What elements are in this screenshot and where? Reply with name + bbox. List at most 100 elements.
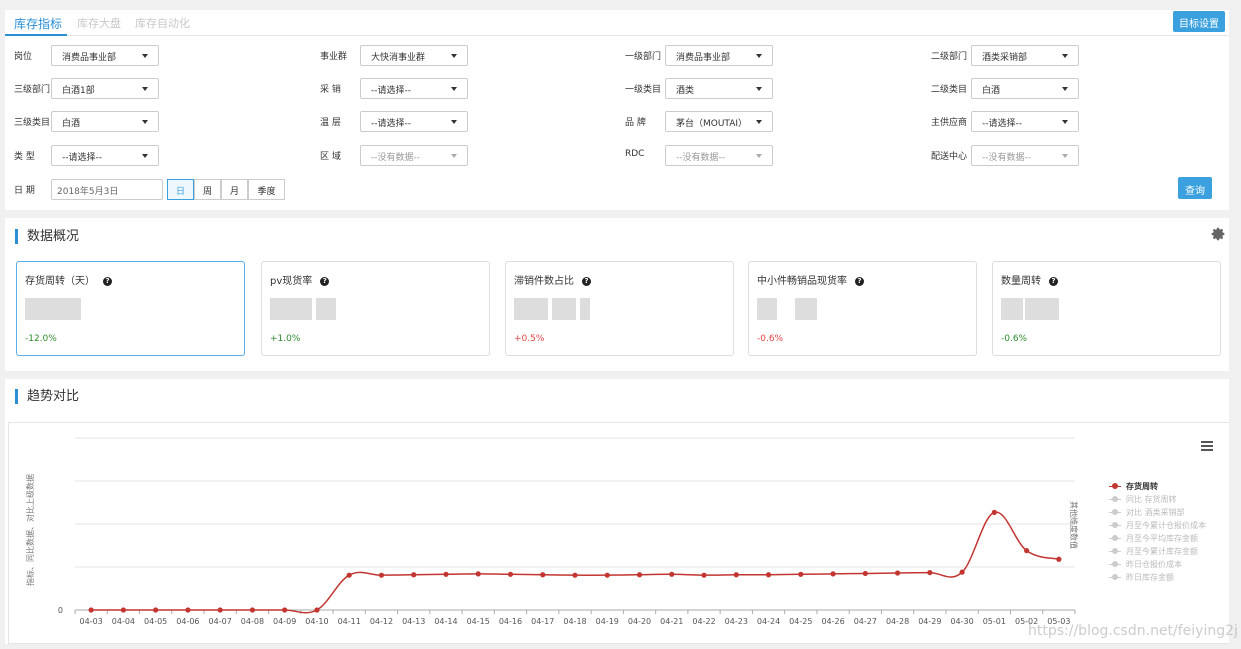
tab-inventory-metrics[interactable]: 库存指标 bbox=[14, 15, 62, 32]
x-tick-label: 04-23 bbox=[725, 617, 748, 626]
period-day-button[interactable]: 日 bbox=[167, 179, 194, 200]
filter-select-value: 消费品事业部 bbox=[62, 53, 117, 63]
period-week-button[interactable]: 周 bbox=[194, 179, 221, 200]
legend-symbol bbox=[1109, 574, 1121, 580]
help-icon[interactable]: ? bbox=[103, 277, 112, 286]
legend-item[interactable]: 昨日仓报价成本 bbox=[1109, 559, 1206, 572]
chevron-down-icon bbox=[142, 120, 148, 124]
period-quarter-button[interactable]: 季度 bbox=[248, 179, 285, 200]
gear-icon[interactable] bbox=[1210, 226, 1226, 242]
metric-card-title-text: 中小件畅销品现货率 bbox=[757, 276, 847, 287]
filter-select[interactable]: 消费品事业部 bbox=[665, 45, 773, 66]
data-point bbox=[475, 571, 481, 577]
metric-card-title: pv现货率? bbox=[270, 272, 330, 287]
period-month-button[interactable]: 月 bbox=[221, 179, 248, 200]
filter-select[interactable]: 消费品事业部 bbox=[51, 45, 159, 66]
x-tick-label: 04-20 bbox=[628, 617, 651, 626]
date-label: 日 期 bbox=[14, 186, 35, 196]
data-point bbox=[540, 572, 546, 578]
filter-select[interactable]: 酒类采销部 bbox=[971, 45, 1079, 66]
x-tick-label: 04-11 bbox=[338, 617, 361, 626]
metric-card-delta: -0.6% bbox=[757, 334, 784, 344]
date-input[interactable]: 2018年5月3日 bbox=[51, 179, 163, 200]
metric-card-title-text: 存货周转（天） bbox=[25, 276, 95, 287]
x-tick-label: 04-04 bbox=[112, 617, 135, 626]
filter-select[interactable]: --请选择-- bbox=[360, 78, 468, 99]
chevron-down-icon bbox=[1062, 87, 1068, 91]
help-icon[interactable]: ? bbox=[1049, 277, 1058, 286]
filter-select[interactable]: 茅台（MOUTAI） bbox=[665, 111, 773, 132]
x-tick-label: 04-30 bbox=[950, 617, 973, 626]
filter-select[interactable]: --没有数据-- bbox=[971, 145, 1079, 166]
help-icon[interactable]: ? bbox=[320, 277, 330, 286]
filter-select[interactable]: 白酒1部 bbox=[51, 78, 159, 99]
metric-card-title: 数量周转? bbox=[1001, 272, 1058, 287]
filter-select[interactable]: 酒类 bbox=[665, 78, 773, 99]
chart-legend: 存货周转 同比 存货周转 对比 酒类采销部 月至今累计仓报价成本 月至今平均库存金额 月至… bbox=[1109, 481, 1206, 585]
legend-item[interactable]: 月至今平均库存金额 bbox=[1109, 533, 1206, 546]
filter-label: RDC bbox=[625, 149, 645, 159]
legend-symbol bbox=[1109, 548, 1121, 554]
filter-select[interactable]: 白酒 bbox=[51, 111, 159, 132]
chevron-down-icon bbox=[451, 120, 457, 124]
legend-item[interactable]: 存货周转 bbox=[1109, 481, 1206, 494]
data-point bbox=[862, 570, 868, 577]
data-point bbox=[798, 571, 804, 577]
filter-select[interactable]: 白酒 bbox=[971, 78, 1079, 99]
metric-card[interactable]: 存货周转（天）? -12.0% bbox=[16, 261, 245, 356]
tab-inventory-overview[interactable]: 库存大盘 bbox=[77, 15, 121, 31]
chevron-down-icon bbox=[1062, 154, 1068, 158]
metric-card[interactable]: 中小件畅销品现货率? -0.6% bbox=[748, 261, 977, 356]
x-tick-label: 04-15 bbox=[467, 617, 490, 626]
chevron-down-icon bbox=[142, 154, 148, 158]
x-tick-label: 04-05 bbox=[144, 617, 167, 626]
data-point bbox=[507, 571, 514, 577]
legend-item[interactable]: 昨日库存金额 bbox=[1109, 572, 1206, 585]
filter-select-value: 白酒 bbox=[982, 86, 1001, 96]
x-tick-label: 04-12 bbox=[370, 617, 393, 626]
chart-canvas: 04-03 04-04 04-05 04-06 04-07 04-08 04-09 04-10… bbox=[58, 437, 1076, 626]
data-point bbox=[604, 572, 610, 578]
trend-title: 趋势对比 bbox=[15, 389, 79, 404]
filter-select[interactable]: --请选择-- bbox=[51, 145, 159, 166]
x-tick-label: 04-25 bbox=[789, 617, 812, 626]
filter-select[interactable]: 大快消事业群 bbox=[360, 45, 468, 66]
help-icon[interactable]: ? bbox=[582, 277, 591, 286]
filter-label: 二级类目 bbox=[931, 85, 968, 95]
x-tick-label: 04-26 bbox=[821, 617, 844, 626]
chart-menu-icon[interactable] bbox=[1201, 441, 1213, 451]
filter-select[interactable]: --没有数据-- bbox=[360, 145, 468, 166]
filter-select[interactable]: --请选择-- bbox=[360, 111, 468, 132]
metric-card[interactable]: pv现货率? +1.0% bbox=[261, 261, 490, 356]
data-point bbox=[346, 572, 352, 578]
tab-inventory-automation[interactable]: 库存自动化 bbox=[135, 15, 190, 31]
data-point bbox=[1056, 556, 1062, 562]
metric-card-delta: -12.0% bbox=[25, 334, 57, 344]
target-settings-button[interactable]: 目标设置 bbox=[1173, 11, 1225, 32]
data-point bbox=[88, 607, 94, 613]
filter-select[interactable]: --没有数据-- bbox=[665, 145, 773, 166]
filter-label: 采 销 bbox=[320, 85, 341, 95]
x-tick-label: 04-19 bbox=[596, 617, 619, 626]
metric-card[interactable]: 数量周转? -0.6% bbox=[992, 261, 1221, 356]
filter-select[interactable]: --请选择-- bbox=[971, 111, 1079, 132]
legend-item[interactable]: 月至今累计库存金额 bbox=[1109, 546, 1206, 559]
metric-card-title-text: 数量周转 bbox=[1001, 276, 1041, 287]
chevron-down-icon bbox=[451, 87, 457, 91]
series-line bbox=[91, 511, 1060, 614]
filter-select-value: --没有数据-- bbox=[371, 153, 420, 163]
help-icon[interactable]: ? bbox=[855, 277, 864, 286]
metric-card[interactable]: 滞销件数占比? +0.5% bbox=[505, 261, 734, 356]
data-point bbox=[249, 607, 256, 613]
x-tick-label: 04-18 bbox=[563, 617, 586, 626]
filter-select-value: --没有数据-- bbox=[676, 153, 725, 163]
legend-item[interactable]: 同比 存货周转 bbox=[1109, 494, 1206, 507]
filter-select-value: 酒类 bbox=[676, 86, 695, 96]
legend-item[interactable]: 月至今累计仓报价成本 bbox=[1109, 520, 1206, 533]
y-axis-right-label: 其他维度数值 bbox=[1069, 501, 1078, 549]
data-point bbox=[572, 572, 578, 578]
query-button[interactable]: 查询 bbox=[1178, 177, 1212, 199]
legend-item[interactable]: 对比 酒类采销部 bbox=[1109, 507, 1206, 520]
x-tick-label: 04-07 bbox=[209, 617, 232, 626]
data-point bbox=[1024, 548, 1030, 554]
